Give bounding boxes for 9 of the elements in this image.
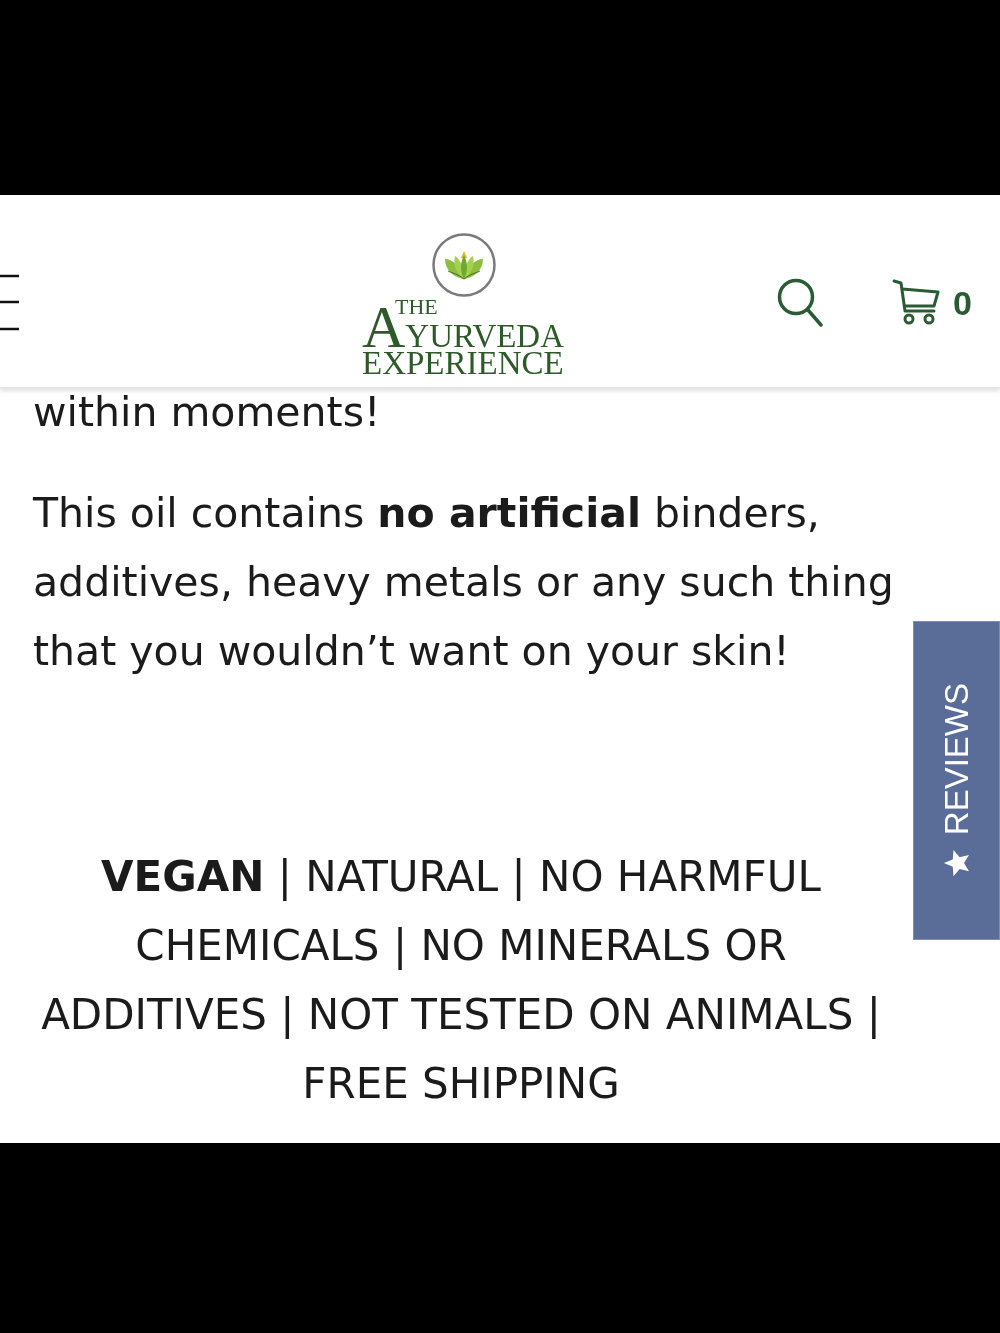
body-paragraph: This oil contains no artificial binders, additives, heavy metals or any such thing that you wouldn’t want on your skin! — [33, 488, 895, 677]
logo-icon[interactable] — [432, 233, 496, 297]
cart-button[interactable]: 0 — [892, 279, 972, 326]
cart-icon — [892, 279, 941, 326]
feature-list: VEGAN | NATURAL | NO HARMFUL CHEMICALS | NO MINERALS OR ADDITIVES | NOT TESTED ON ANIMALS | FREE SHIPPING — [33, 842, 889, 1118]
body-paragraph: within moments! — [33, 388, 382, 437]
reviews-tab[interactable]: REVIEWS — [913, 621, 1000, 940]
menu-icon[interactable] — [0, 274, 20, 332]
search-icon[interactable] — [777, 278, 823, 327]
